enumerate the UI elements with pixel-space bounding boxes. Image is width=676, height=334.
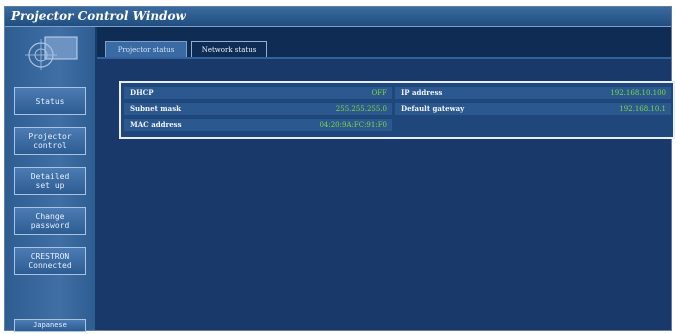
subnet-mask-label: Subnet mask xyxy=(130,104,181,113)
dhcp-label: DHCP xyxy=(130,88,154,97)
tab-projector-status[interactable]: Projector status xyxy=(105,41,187,57)
projector-control-window: Projector Control Window Status Projecto… xyxy=(4,6,676,332)
subnet-mask-row: Subnet mask 255.255.255.0 xyxy=(124,103,392,115)
ip-address-label: IP address xyxy=(401,88,443,97)
default-gateway-value: 192.168.10.1 xyxy=(619,105,666,113)
mac-address-row: MAC address 04:20:9A:FC:91:F0 xyxy=(124,119,392,131)
status-button[interactable]: Status xyxy=(14,87,86,115)
dhcp-row: DHCP OFF xyxy=(124,87,392,99)
network-info-box: DHCP OFF IP address 192.168.10.100 Subne… xyxy=(119,81,675,139)
dhcp-value: OFF xyxy=(371,89,387,97)
detailed-set-up-button[interactable]: Detailed set up xyxy=(14,167,86,195)
tab-network-status[interactable]: Network status xyxy=(191,41,267,57)
crestron-connected-button[interactable]: CRESTRON Connected xyxy=(14,247,86,275)
ip-address-value: 192.168.10.100 xyxy=(610,89,666,97)
default-gateway-label: Default gateway xyxy=(401,104,465,113)
language-button[interactable]: Japanese xyxy=(14,319,86,332)
projector-logo-icon xyxy=(25,36,78,70)
default-gateway-row: Default gateway 192.168.10.1 xyxy=(395,103,671,115)
mac-address-value: 04:20:9A:FC:91:F0 xyxy=(319,121,387,129)
subnet-mask-value: 255.255.255.0 xyxy=(335,105,387,113)
mac-address-label: MAC address xyxy=(130,120,182,129)
tab-panel-border xyxy=(97,57,671,59)
projector-control-button[interactable]: Projector control xyxy=(14,127,86,155)
main-content: Projector status Network status DHCP OFF… xyxy=(97,27,676,330)
sidebar: Status Projector control Detailed set up… xyxy=(5,27,95,332)
change-password-button[interactable]: Change password xyxy=(14,207,86,235)
window-title: Projector Control Window xyxy=(5,7,671,27)
tab-bar: Projector status Network status xyxy=(97,27,671,57)
ip-address-row: IP address 192.168.10.100 xyxy=(395,87,671,99)
